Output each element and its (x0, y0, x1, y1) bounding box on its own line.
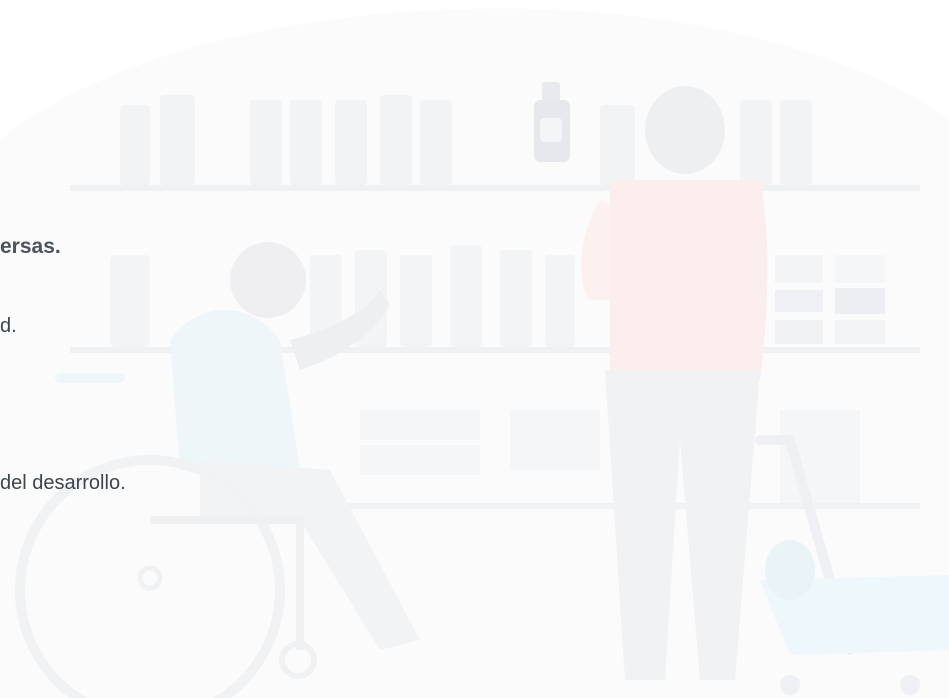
section-heading-fragment: ersas. (0, 235, 61, 258)
page-canvas: ersas. d. del desarrollo. (0, 0, 949, 698)
box (775, 255, 823, 283)
cart-wheel (900, 675, 920, 695)
body-text-fragment: del desarrollo. (0, 472, 126, 494)
bottle (160, 95, 195, 185)
box (835, 288, 885, 314)
box (360, 410, 480, 440)
box (835, 320, 885, 344)
wheelchair-user-head (230, 242, 306, 318)
box (510, 410, 600, 470)
bottle (600, 105, 635, 185)
shelf-bottom (300, 503, 920, 509)
shelf-top (70, 185, 920, 191)
bottle (110, 255, 150, 347)
bottle (450, 245, 482, 347)
bottle (740, 100, 772, 185)
bottle (500, 250, 532, 347)
bottle (120, 105, 150, 185)
bottle (400, 255, 432, 347)
bottle (335, 100, 367, 185)
box (775, 320, 823, 344)
box (360, 445, 480, 475)
bottle-label (540, 118, 562, 142)
bottle (250, 100, 282, 185)
body-text-fragment: d. (0, 315, 17, 337)
bottle (780, 100, 812, 185)
bottle (545, 255, 575, 347)
pharmacy-illustration (0, 8, 949, 698)
bottle-cap (542, 82, 560, 102)
bottle (420, 100, 452, 185)
person-shirt (610, 180, 768, 380)
box (775, 290, 823, 312)
cart-wheel (780, 675, 800, 695)
bottle (380, 95, 412, 185)
cart-bottle (765, 540, 815, 600)
box (835, 255, 885, 283)
person-head (645, 86, 725, 174)
bottle (290, 100, 322, 185)
